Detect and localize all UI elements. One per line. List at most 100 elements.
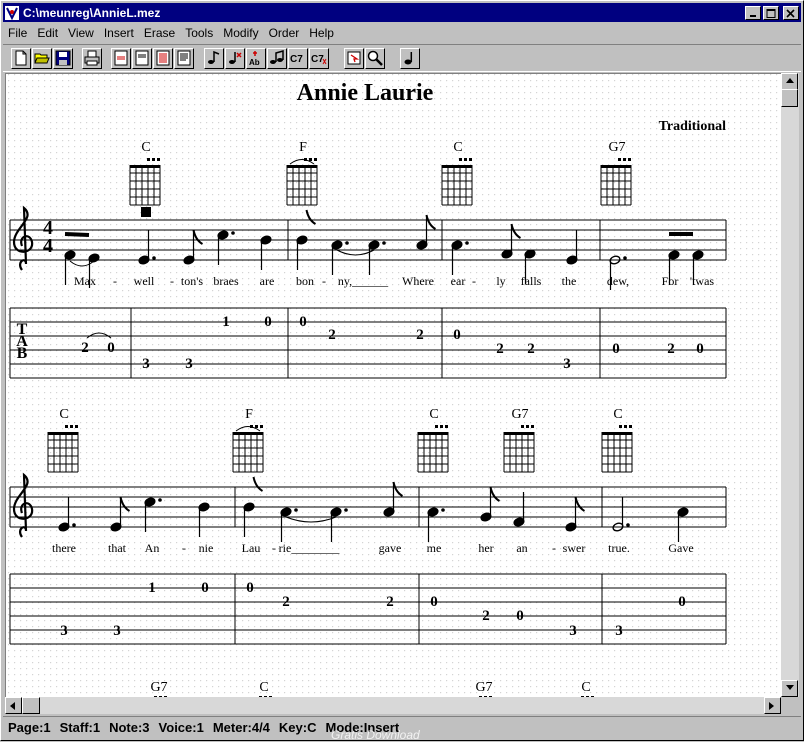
tab-fret-number: 2 [527, 341, 535, 357]
note-icon [208, 50, 220, 64]
lyric-syllable: - [170, 274, 174, 288]
watermark: Gratis Download [331, 728, 420, 742]
tab-letter: B [17, 345, 28, 362]
lyric-syllable: 'twas [690, 274, 714, 288]
app-icon [5, 5, 19, 20]
tab-fret-number: 2 [482, 608, 490, 624]
layout-4-button[interactable] [174, 48, 194, 69]
tab-fret-number: 2 [386, 594, 394, 610]
chord-name: C [141, 140, 150, 155]
menu-modify[interactable]: Modify [218, 26, 263, 40]
tab-fret-number: 3 [142, 356, 150, 372]
note-button[interactable] [204, 48, 224, 69]
status-meter: Meter:4/4 [212, 720, 270, 735]
maximize-button[interactable] [763, 5, 779, 20]
new-file-icon [15, 50, 27, 66]
vertical-scrollbar[interactable] [781, 73, 799, 697]
lyric-syllable: rie________ [279, 541, 341, 555]
tab-fret-number: 3 [185, 356, 193, 372]
app-window: C:\meunreg\AnnieL.mez File Edit View Ins… [0, 0, 804, 742]
chord-name: G7 [608, 140, 625, 155]
new-file-button[interactable] [11, 48, 31, 69]
chord-name: C [429, 407, 438, 422]
lyric-syllable: ton's [181, 274, 203, 288]
minimize-icon [750, 14, 756, 17]
horizontal-scrollbar[interactable] [5, 697, 781, 714]
scroll-down-button[interactable] [781, 680, 798, 697]
chord-name: C [259, 680, 268, 695]
notes-pair-icon [270, 50, 284, 64]
pointer-button[interactable] [344, 48, 364, 69]
zoom-button[interactable] [365, 48, 385, 69]
lyric-syllable: ly [496, 274, 505, 288]
svg-text:C7: C7 [311, 54, 324, 65]
tab-fret-number: 0 [201, 580, 209, 596]
chord-name: C [613, 407, 622, 422]
toolbar: Ab C7 C7 [3, 44, 801, 72]
horizontal-scroll-thumb[interactable] [22, 697, 40, 714]
lyric-syllable: there [52, 541, 76, 555]
menu-help[interactable]: Help [304, 26, 339, 40]
layout-3-button[interactable] [153, 48, 173, 69]
menu-order[interactable]: Order [264, 26, 305, 40]
menu-tools[interactable]: Tools [180, 26, 218, 40]
layout-1-button[interactable] [111, 48, 131, 69]
arrow-right-icon [769, 702, 774, 710]
chord-c7-alt-button[interactable]: C7 [309, 48, 329, 69]
save-disk-icon [55, 50, 71, 66]
single-note-button[interactable] [400, 48, 420, 69]
lyric-button[interactable]: Ab [246, 48, 266, 69]
tab-fret-number: 3 [615, 623, 623, 639]
lyric-text-icon: Ab [249, 51, 260, 66]
save-button[interactable] [53, 48, 73, 69]
page-layout-3-icon [156, 50, 170, 66]
lyric-syllable: gave [379, 541, 402, 555]
chord-c7-red-icon: C7 [311, 54, 327, 65]
scroll-left-button[interactable] [5, 697, 22, 714]
score-canvas: Annie Laurie Traditional C F C G744Max - well… [6, 74, 781, 697]
notes-pair-button[interactable] [267, 48, 287, 69]
menu-insert[interactable]: Insert [99, 26, 139, 40]
maximize-icon [766, 8, 776, 18]
vertical-scroll-thumb[interactable] [781, 89, 798, 107]
tab-fret-number: 1 [222, 314, 230, 330]
pointer-insert-icon [347, 51, 361, 65]
lyric-syllable: an [516, 541, 527, 555]
print-button[interactable] [82, 48, 102, 69]
close-button[interactable] [783, 5, 799, 20]
lyric-syllable: that [108, 541, 127, 555]
menu-erase[interactable]: Erase [139, 26, 180, 40]
menu-edit[interactable]: Edit [32, 26, 63, 40]
score-document[interactable]: Annie Laurie Traditional C F C G7 4 4 Max - well… [5, 73, 781, 697]
title-bar[interactable]: C:\meunreg\AnnieL.mez [3, 3, 801, 22]
lyric-syllable: are [260, 274, 275, 288]
lyric-syllable: Lau [242, 541, 261, 555]
lyric-syllable: Gave [668, 541, 693, 555]
tab-fret-number: 3 [60, 623, 68, 639]
scroll-up-button[interactable] [781, 73, 798, 90]
note-red-button[interactable] [225, 48, 245, 69]
lyric-syllable: - [472, 274, 476, 288]
open-button[interactable] [32, 48, 52, 69]
chord-c7-icon: C7 [290, 54, 303, 65]
tab-fret-number: 0 [107, 340, 115, 356]
svg-text:C7: C7 [290, 54, 303, 65]
tab-fret-number: 0 [678, 594, 686, 610]
menu-view[interactable]: View [63, 26, 99, 40]
tab-fret-number: 0 [453, 327, 461, 343]
scroll-right-button[interactable] [764, 697, 781, 714]
print-icon [84, 50, 100, 66]
chord-name: C [581, 680, 590, 695]
lyric-syllable: me [427, 541, 442, 555]
lyric-syllable: An [145, 541, 160, 555]
lyric-syllable: dew, [607, 274, 629, 288]
lyric-syllable: braes [213, 274, 239, 288]
status-key: Key:C [278, 720, 317, 735]
chord-name: C [59, 407, 68, 422]
chord-c7-button[interactable]: C7 [288, 48, 308, 69]
layout-2-button[interactable] [132, 48, 152, 69]
minimize-button[interactable] [745, 5, 761, 20]
menu-file[interactable]: File [3, 26, 32, 40]
menu-bar: File Edit View Insert Erase Tools Modify… [3, 23, 801, 42]
status-staff: Staff:1 [59, 720, 101, 735]
